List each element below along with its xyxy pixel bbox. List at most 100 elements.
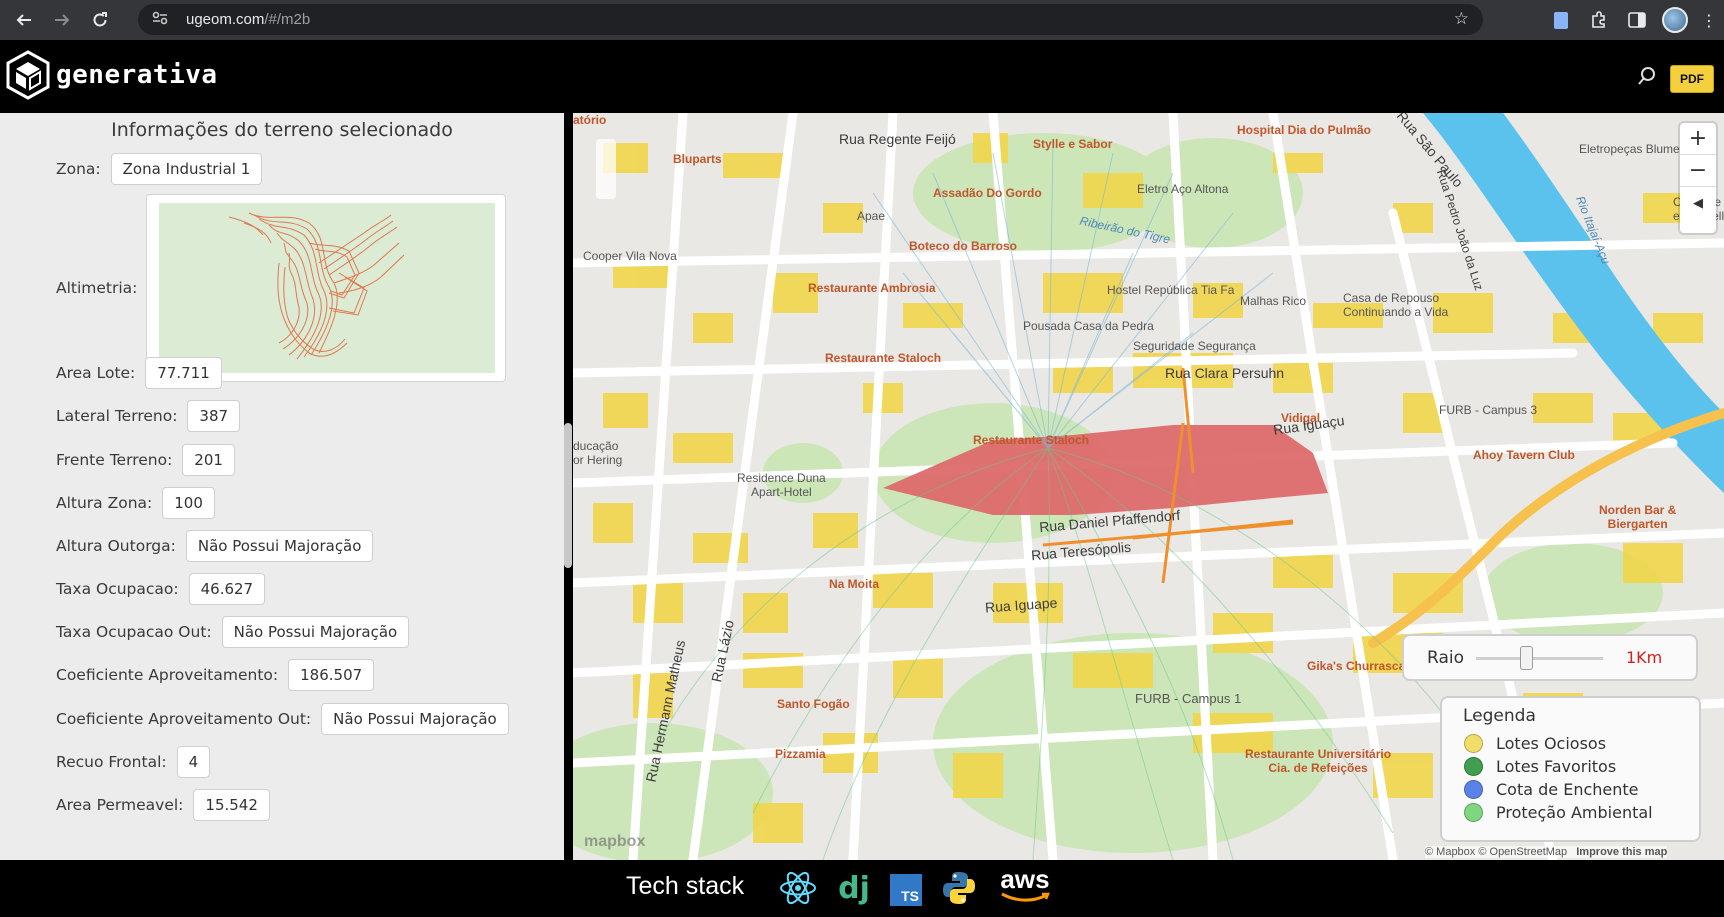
tech-stack-footer: Tech stack dj TS aws [0, 860, 1724, 917]
brand-logo[interactable]: generativa [6, 50, 218, 100]
radius-slider-track[interactable] [1476, 657, 1603, 660]
label-residence: Residence Duna Apart-Hotel [737, 471, 826, 499]
profile-avatar[interactable] [1656, 0, 1694, 40]
field-area-lote: Area Lote: 77.711 [56, 356, 222, 390]
compass-icon[interactable]: ◀ [1680, 187, 1716, 219]
field-value: 77.711 [145, 357, 222, 389]
field-label: Taxa Ocupacao: [56, 580, 179, 598]
field-label: Recuo Frontal: [56, 753, 167, 771]
url-text: ugeom.com/#/m2b [186, 11, 310, 28]
label-rua-clara: Rua Clara Persuhn [1165, 365, 1285, 381]
label-rua-regente: Rua Regente Feijó [839, 131, 956, 147]
extension-blue-icon[interactable] [1542, 0, 1580, 40]
mapbox-logo[interactable]: mapbox [584, 833, 645, 851]
terrain-info-panel: Informações do terreno selecionado Zona:… [0, 113, 564, 860]
label-seguridade: Seguridade Segurança [1133, 339, 1256, 353]
address-bar[interactable]: ugeom.com/#/m2b ☆ [138, 4, 1483, 35]
legend-label: Lotes Favoritos [1496, 757, 1617, 776]
field-value: 15.542 [193, 789, 270, 821]
field-label: Area Lote: [56, 364, 136, 382]
back-button[interactable] [8, 4, 40, 36]
arrow-left-icon [16, 14, 31, 26]
legend-item: Lotes Ociosos [1464, 734, 1606, 753]
field-coef-aproveitamento: Coeficiente Aproveitamento: 186.507 [56, 658, 375, 692]
chrome-menu-icon[interactable]: ⋮ [1694, 0, 1724, 40]
label-eletro-aco: Eletro Aço Altona [1137, 182, 1229, 196]
legend-item: Lotes Favoritos [1464, 757, 1616, 776]
field-label: Coeficiente Aproveitamento: [56, 666, 279, 684]
reload-button[interactable] [84, 4, 116, 36]
field-label: Coeficiente Aproveitamento Out: [56, 710, 312, 728]
field-value: Não Possui Majoração [321, 703, 509, 735]
field-taxa-ocupacao: Taxa Ocupacao: 46.627 [56, 572, 266, 606]
label-norden: Norden Bar & Biergarten [1599, 503, 1677, 531]
search-icon[interactable] [1637, 66, 1657, 86]
radius-control: Raio 1Km [1402, 634, 1698, 681]
aws-icon: aws [996, 864, 1054, 904]
field-value: Não Possui Majoração [221, 616, 410, 648]
typescript-icon: TS [890, 874, 922, 906]
radius-slider-thumb[interactable] [1520, 646, 1534, 670]
label-na-moita: Na Moita [829, 577, 880, 591]
legend-label: Proteção Ambiental [1496, 803, 1653, 822]
legend-item: Proteção Ambiental [1464, 803, 1653, 822]
label-pousada: Pousada Casa da Pedra [1023, 319, 1154, 333]
label-ahoy: Ahoy Tavern Club [1473, 448, 1575, 462]
forward-button[interactable] [46, 4, 78, 36]
map-attribution: © Mapbox © OpenStreetMap Improve this ma… [1425, 846, 1668, 858]
field-coef-aproveitamento-out: Coeficiente Aproveitamento Out: Não Poss… [56, 702, 509, 736]
field-altura-zona: Altura Zona: 100 [56, 486, 215, 520]
field-label: Taxa Ocupacao Out: [56, 623, 212, 641]
zoom-out-button[interactable]: − [1680, 155, 1716, 187]
tech-stack-label: Tech stack [626, 872, 745, 900]
field-label: Altimetria: [56, 279, 138, 297]
zoom-control: + − ◀ [1680, 123, 1716, 233]
pdf-button[interactable]: PDF [1670, 65, 1714, 93]
panel-title: Informações do terreno selecionado [111, 119, 453, 141]
field-value: Não Possui Majoração [185, 530, 374, 562]
reload-icon [93, 12, 107, 27]
label-furb1: FURB - Campus 1 [1135, 691, 1242, 706]
label-restaurante-staloch-2: Restaurante Staloch [973, 433, 1090, 447]
label-boteco: Boteco do Barroso [909, 239, 1018, 253]
legend-swatch [1464, 757, 1483, 776]
field-altimetria: Altimetria: [56, 271, 147, 305]
field-frente-terreno: Frente Terreno: 201 [56, 443, 235, 477]
url-path: /#/m2b [264, 11, 311, 28]
field-value: 100 [162, 487, 215, 519]
field-value: 201 [182, 444, 235, 476]
field-recuo-frontal: Recuo Frontal: 4 [56, 745, 211, 779]
label-restaurante-staloch-1: Restaurante Staloch [825, 351, 942, 365]
radius-value: 1Km [1626, 648, 1663, 667]
arrow-right-icon [55, 14, 70, 26]
label-hostel: Hostel República Tia Fa [1107, 283, 1235, 297]
field-taxa-ocupacao-out: Taxa Ocupacao Out: Não Possui Majoração [56, 615, 410, 649]
extensions-puzzle-icon[interactable] [1580, 0, 1618, 40]
legend-title: Legenda [1463, 706, 1536, 726]
field-value: 387 [187, 400, 241, 432]
label-stylle: Stylle e Sabor [1033, 137, 1113, 151]
map-tilt-control[interactable] [596, 139, 616, 199]
panel-scrollbar[interactable] [564, 423, 572, 568]
site-settings-icon[interactable] [148, 11, 172, 29]
label-cooper: Cooper Vila Nova [583, 249, 677, 263]
improve-map-link[interactable]: Improve this map [1576, 846, 1667, 858]
label-hospital: Hospital Dia do Pulmão [1237, 123, 1372, 137]
legend-swatch [1464, 734, 1483, 753]
url-host: ugeom.com [186, 11, 265, 28]
side-panel-icon[interactable] [1618, 0, 1656, 40]
radius-label: Raio [1427, 647, 1464, 668]
map-legend: Legenda Lotes Ociosos Lotes Favoritos Co… [1440, 696, 1701, 842]
attribution-text[interactable]: © Mapbox © OpenStreetMap [1425, 846, 1567, 858]
legend-label: Lotes Ociosos [1496, 734, 1607, 753]
legend-label: Cota de Enchente [1496, 780, 1639, 799]
bookmark-star-icon[interactable]: ☆ [1454, 9, 1469, 29]
label-restaurante-ambrosia: Restaurante Ambrosia [808, 281, 936, 295]
field-label: Zona: [56, 160, 101, 178]
zoom-in-button[interactable]: + [1680, 123, 1716, 155]
label-furb3: FURB - Campus 3 [1439, 403, 1538, 417]
field-value: 4 [176, 746, 211, 778]
cube-logo-icon [6, 50, 50, 100]
field-label: Lateral Terreno: [56, 407, 178, 425]
field-area-permeavel: Area Permeavel: 15.542 [56, 788, 270, 822]
